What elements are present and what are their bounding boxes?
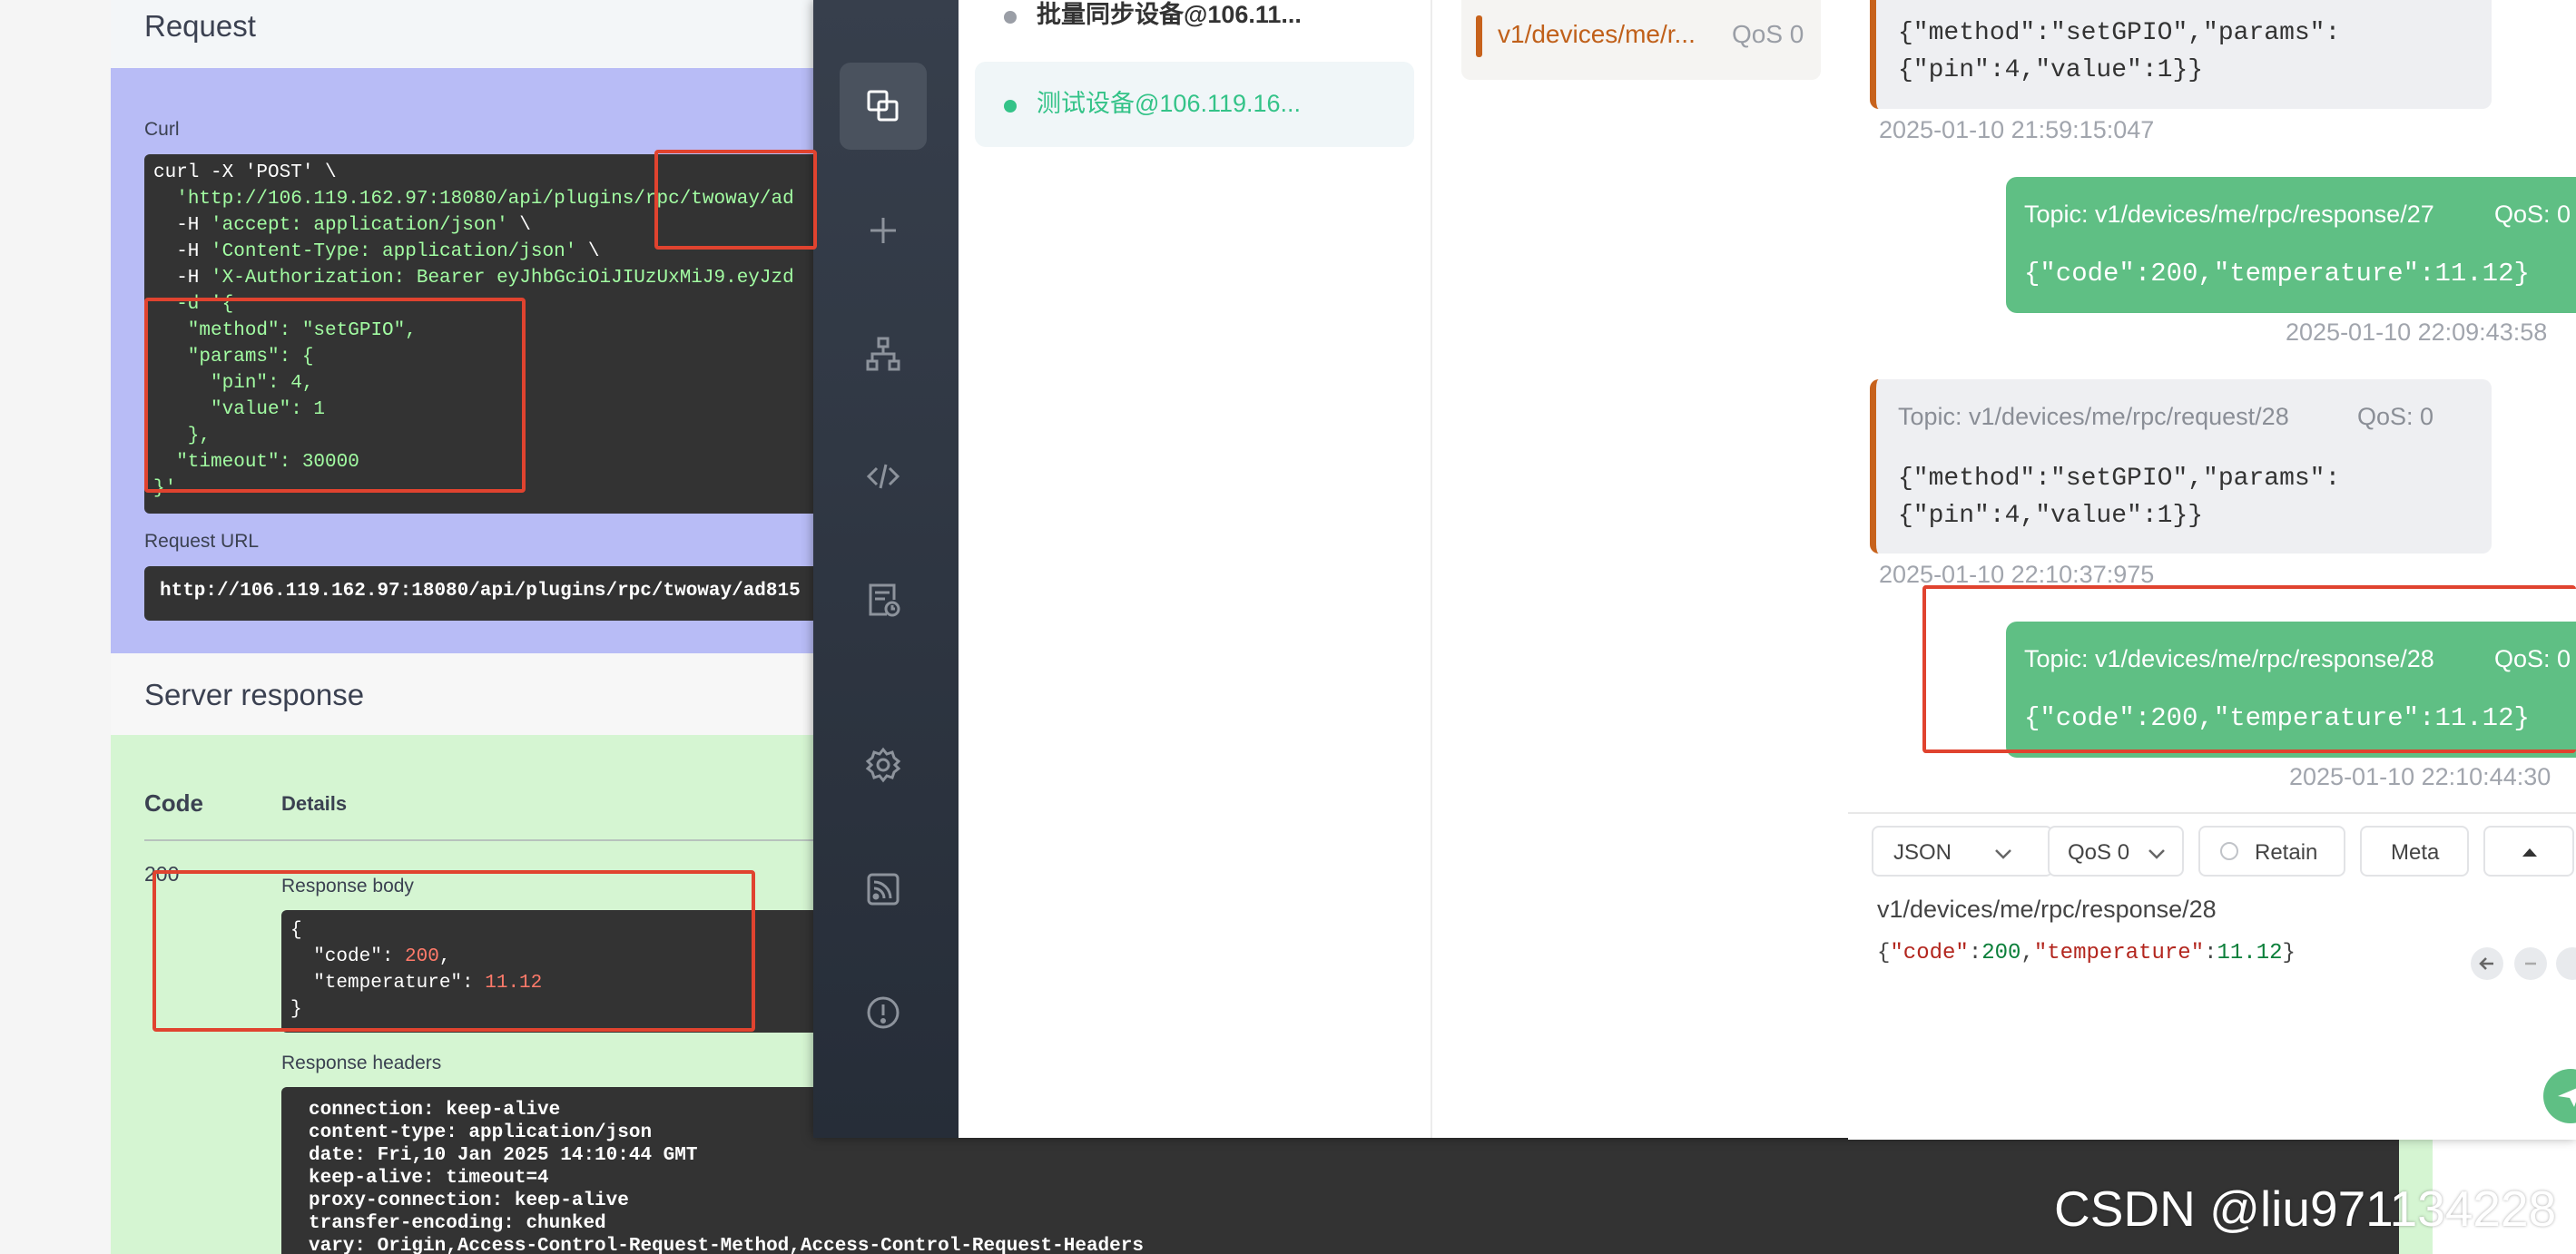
qos-select[interactable]: QoS 0 [2048,826,2184,877]
history-clear-button[interactable] [2514,947,2547,980]
connection-item-active[interactable]: 测试设备@106.119.16... [975,62,1414,147]
meta-label: Meta [2391,840,2440,865]
subscription-color-bar [1476,15,1482,57]
message-payload: {"method":"setGPIO","params": {"pin":4,"… [1898,19,2341,84]
radio-icon [2220,842,2238,860]
request-url-label: Request URL [144,531,260,552]
curl-line: -H 'Content-Type: application/json' \ [153,241,600,262]
plus-icon[interactable] [840,187,927,274]
retain-toggle[interactable]: Retain [2198,826,2345,877]
curl-line: curl -X 'POST' \ [153,162,337,183]
format-value: JSON [1893,840,1952,865]
chevron-down-icon [2148,849,2165,859]
code-column-header: Code [144,789,203,817]
sent-message[interactable]: Topic: v1/devices/me/rpc/response/27 QoS… [2006,177,2576,313]
composer-payload-editor[interactable]: {"code":200,"temperature":11.12} [1877,941,2296,965]
subscription-topic: v1/devices/me/r... [1498,20,1696,48]
curl-line: -H 'X-Authorization: Bearer eyJhbGciOiJI… [153,268,794,289]
log-icon[interactable] [840,556,927,643]
curl-label: Curl [144,119,180,140]
connection-name: 批量同步设备@106.11... [1037,1,1302,28]
message-time: 2025-01-10 22:09:43:58 [2286,318,2548,346]
highlight-box [152,870,755,1032]
message-payload: {"method":"setGPIO","params": {"pin":4,"… [1898,465,2341,530]
request-url: http://106.119.162.97:18080/api/plugins/… [160,581,801,602]
received-message[interactable]: {"method":"setGPIO","params": {"pin":4,"… [1870,0,2492,109]
request-url-block[interactable]: http://106.119.162.97:18080/api/plugins/… [144,566,821,621]
message-topic: Topic: v1/devices/me/rpc/request/28 [1898,403,2289,430]
status-dot [1004,11,1017,24]
arrow-left-icon [2479,957,2493,970]
feed-icon[interactable] [840,846,927,933]
settings-icon[interactable] [840,721,927,808]
network-icon[interactable] [840,310,927,397]
response-headers-label: Response headers [281,1053,442,1073]
details-column-header: Details [281,792,348,815]
connections-list: 批量同步设备@106.11... 测试设备@106.119.16... [959,0,1432,1138]
code-icon[interactable] [840,433,927,520]
curl-line: -H 'accept: application/json' \ [153,215,531,236]
message-payload: {"code":200,"temperature":11.12} [2024,259,2530,289]
expand-button[interactable] [2483,826,2574,877]
message-time: 2025-01-10 21:59:15:047 [1879,116,2155,143]
triangle-up-icon [2522,848,2537,857]
connections-icon[interactable] [840,63,927,150]
format-select[interactable]: JSON [1872,826,2053,877]
table-divider [144,839,821,841]
request-title: Request [144,9,256,43]
connection-item[interactable]: 批量同步设备@106.11... [975,0,1414,58]
page-gutter [0,0,111,1254]
server-response-title: Server response [144,678,365,711]
message-topic: Topic: v1/devices/me/rpc/response/27 [2024,201,2434,228]
send-icon [2558,1088,2576,1107]
minus-icon [2525,962,2536,965]
chevron-down-icon [1995,849,2011,859]
subscription-qos: QoS 0 [1732,20,1804,48]
watermark: CSDN @liu971134228 [2054,1181,2557,1237]
highlight-box [654,150,817,250]
received-message[interactable]: Topic: v1/devices/me/rpc/request/28 QoS:… [1870,379,2492,554]
meta-button[interactable]: Meta [2360,826,2469,877]
subscriptions-panel [1432,0,1850,1138]
retain-label: Retain [2255,840,2318,865]
history-back-button[interactable] [2471,947,2503,980]
connection-name: 测试设备@106.119.16... [1037,90,1302,117]
message-qos: QoS: 0 [2494,201,2571,228]
highlight-box [1922,585,2576,753]
message-time: 2025-01-10 22:10:44:30 [2289,763,2551,790]
composer-topic-input[interactable]: v1/devices/me/rpc/response/28 [1877,896,2217,924]
message-qos: QoS: 0 [2357,403,2434,430]
qos-value: QoS 0 [2068,840,2130,865]
status-dot [1004,100,1017,113]
highlight-box [144,298,526,493]
info-icon[interactable] [840,969,927,1056]
left-nav-rail [813,0,959,1138]
